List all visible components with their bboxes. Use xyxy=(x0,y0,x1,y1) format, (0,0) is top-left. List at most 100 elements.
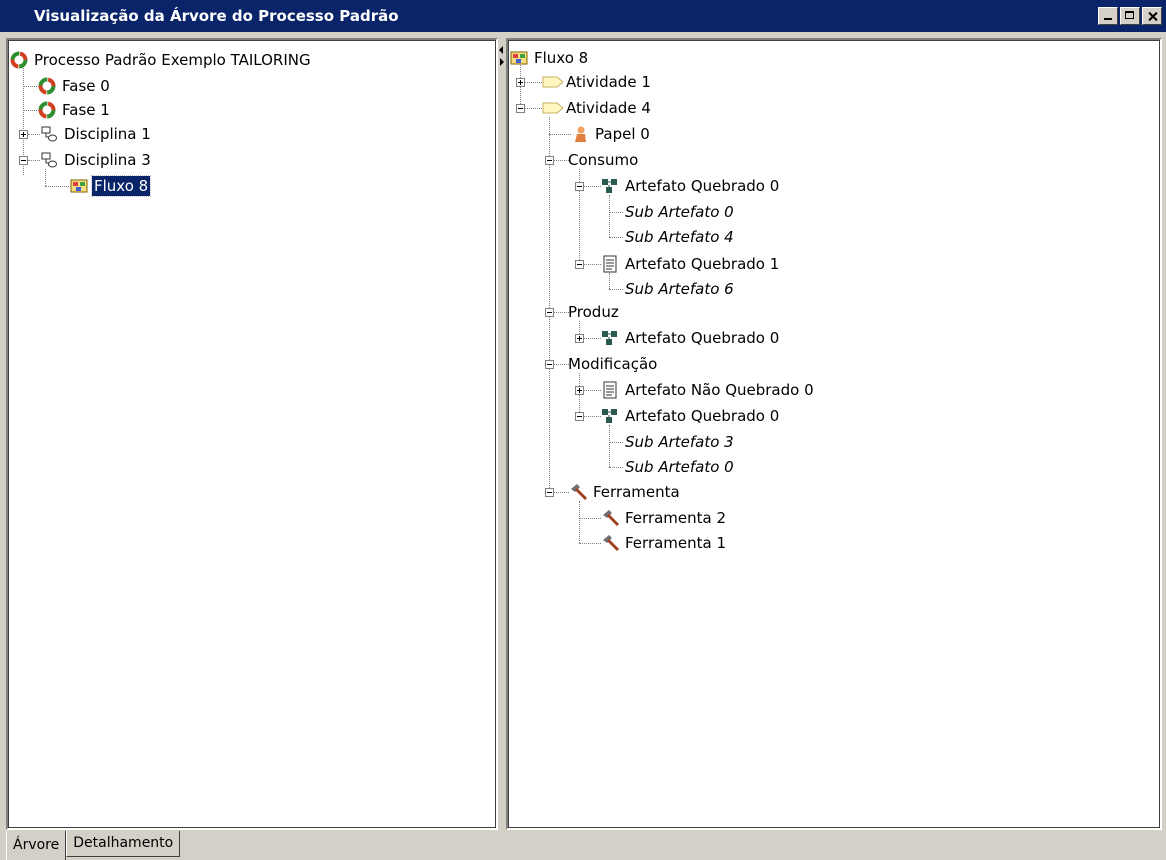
tree-node-ferramenta[interactable]: Ferramenta xyxy=(569,481,682,503)
pane-splitter[interactable] xyxy=(498,38,506,830)
tree-line xyxy=(23,110,37,111)
maximize-button[interactable] xyxy=(1120,7,1140,25)
tree-node-root[interactable]: Processo Padrão Exemplo TAILORING xyxy=(10,49,313,71)
tree-line xyxy=(609,212,623,213)
flow-detail-tree-pane[interactable]: Fluxo 8 Atividade 1 Atividade 4 Papel 0 … xyxy=(506,38,1162,830)
tree-line xyxy=(579,543,601,544)
tree-node-label: Consumo xyxy=(568,151,639,169)
expand-toggle[interactable] xyxy=(575,334,584,343)
collapse-toggle[interactable] xyxy=(575,412,584,421)
collapse-toggle[interactable] xyxy=(19,156,28,165)
tree-line xyxy=(28,160,40,161)
close-button[interactable] xyxy=(1142,7,1162,25)
tree-line xyxy=(549,134,571,135)
tree-node-produz-artefato-quebrado-0[interactable]: Artefato Quebrado 0 xyxy=(601,327,781,349)
minimize-button[interactable] xyxy=(1098,7,1118,25)
expand-toggle[interactable] xyxy=(19,130,28,139)
tree-node-sub-artefato[interactable]: Sub Artefato 4 xyxy=(623,226,736,248)
tree-node-fluxo-8[interactable]: Fluxo 8 xyxy=(70,175,152,197)
phase-cycle-icon xyxy=(38,77,56,95)
tree-node-artefato-nao-quebrado-0[interactable]: Artefato Não Quebrado 0 xyxy=(601,379,816,401)
tree-node-label: Processo Padrão Exemplo TAILORING xyxy=(34,51,311,69)
tree-node-label: Ferramenta 1 xyxy=(625,534,727,552)
tab-arvore[interactable]: Árvore xyxy=(6,831,67,860)
tree-node-label: Ferramenta 2 xyxy=(625,509,727,527)
tree-node-disciplina-1[interactable]: Disciplina 1 xyxy=(40,123,153,145)
tree-node-atividade-4[interactable]: Atividade 4 xyxy=(542,97,653,119)
tree-node-label: Fase 1 xyxy=(62,101,110,119)
tree-node-produz[interactable]: Produz xyxy=(566,301,621,323)
collapse-toggle[interactable] xyxy=(545,156,554,165)
tree-node-consumo-artefato-quebrado-1[interactable]: Artefato Quebrado 1 xyxy=(601,253,781,275)
hammer-tool-icon xyxy=(569,483,588,501)
discipline-icon xyxy=(40,125,58,143)
phase-cycle-icon xyxy=(38,101,56,119)
collapse-toggle[interactable] xyxy=(545,488,554,497)
tree-line xyxy=(609,425,610,467)
workflow-icon xyxy=(70,177,88,195)
tree-node-sub-artefato[interactable]: Sub Artefato 0 xyxy=(623,201,736,223)
tree-line xyxy=(609,467,623,468)
tree-node-label: Atividade 4 xyxy=(566,99,651,117)
tree-line xyxy=(579,518,601,519)
broken-artifact-icon xyxy=(601,407,619,425)
tree-node-sub-artefato[interactable]: Sub Artefato 3 xyxy=(623,431,736,453)
tab-detalhamento[interactable]: Detalhamento xyxy=(66,831,181,857)
tree-node-label: Modificação xyxy=(568,355,658,373)
tree-node-fase-0[interactable]: Fase 0 xyxy=(38,75,112,97)
tree-node-disciplina-3[interactable]: Disciplina 3 xyxy=(40,149,153,171)
collapse-toggle[interactable] xyxy=(545,308,554,317)
tree-node-label: Sub Artefato 6 xyxy=(625,280,734,298)
tree-node-label: Sub Artefato 0 xyxy=(625,458,734,476)
activity-icon xyxy=(542,73,564,91)
tree-node-mod-artefato-quebrado-0[interactable]: Artefato Quebrado 0 xyxy=(601,405,781,427)
tree-line xyxy=(549,117,550,492)
tree-node-sub-artefato[interactable]: Sub Artefato 0 xyxy=(623,456,736,478)
tree-node-label: Artefato Quebrado 1 xyxy=(625,255,780,273)
tree-node-label: Artefato Quebrado 0 xyxy=(625,329,780,347)
tree-line xyxy=(609,273,610,289)
title-bar: Visualização da Árvore do Processo Padrã… xyxy=(0,0,1166,32)
collapse-toggle[interactable] xyxy=(545,360,554,369)
expand-toggle[interactable] xyxy=(516,78,525,87)
tree-line xyxy=(609,237,623,238)
tree-node-label: Artefato Quebrado 0 xyxy=(625,407,780,425)
view-tabs: Árvore Detalhamento xyxy=(6,831,181,860)
tree-node-label: Disciplina 3 xyxy=(64,151,151,169)
tree-node-modificacao[interactable]: Modificação xyxy=(566,353,659,375)
tree-node-fase-1[interactable]: Fase 1 xyxy=(38,99,112,121)
tree-node-label: Fluxo 8 xyxy=(90,175,152,197)
tree-node-consumo[interactable]: Consumo xyxy=(566,149,640,171)
hammer-tool-icon xyxy=(601,534,620,552)
discipline-icon xyxy=(40,151,58,169)
tree-node-label: Atividade 1 xyxy=(566,73,651,91)
collapse-toggle[interactable] xyxy=(516,104,525,113)
tree-node-ferramenta-2[interactable]: Ferramenta 2 xyxy=(601,507,728,529)
tree-node-label: Sub Artefato 3 xyxy=(625,433,734,451)
tree-node-label: Artefato Quebrado 0 xyxy=(625,177,780,195)
tree-node-fluxo-8[interactable]: Fluxo 8 xyxy=(510,47,590,69)
tree-node-label: Sub Artefato 4 xyxy=(625,228,734,246)
tree-line xyxy=(45,186,69,187)
tree-node-label: Ferramenta xyxy=(593,483,680,501)
collapse-toggle[interactable] xyxy=(575,260,584,269)
tree-node-papel-0[interactable]: Papel 0 xyxy=(571,123,652,145)
collapse-left-arrow-icon[interactable] xyxy=(499,46,503,54)
collapse-toggle[interactable] xyxy=(575,182,584,191)
tree-node-ferramenta-1[interactable]: Ferramenta 1 xyxy=(601,532,728,554)
document-icon xyxy=(601,381,619,399)
tree-line xyxy=(23,86,37,87)
tree-node-label: Papel 0 xyxy=(595,125,650,143)
process-tree-pane[interactable]: Processo Padrão Exemplo TAILORING Fase 0… xyxy=(6,38,498,830)
tree-line xyxy=(579,501,580,543)
tree-node-label: Disciplina 1 xyxy=(64,125,151,143)
tree-node-atividade-1[interactable]: Atividade 1 xyxy=(542,71,653,93)
tree-node-sub-artefato[interactable]: Sub Artefato 6 xyxy=(623,278,736,300)
cycle-process-icon xyxy=(10,51,28,69)
tree-line xyxy=(609,442,623,443)
collapse-right-arrow-icon[interactable] xyxy=(500,58,504,66)
tree-node-consumo-artefato-quebrado-0[interactable]: Artefato Quebrado 0 xyxy=(601,175,781,197)
tree-line xyxy=(609,289,623,290)
expand-toggle[interactable] xyxy=(575,386,584,395)
window-title: Visualização da Árvore do Processo Padrã… xyxy=(34,7,399,25)
